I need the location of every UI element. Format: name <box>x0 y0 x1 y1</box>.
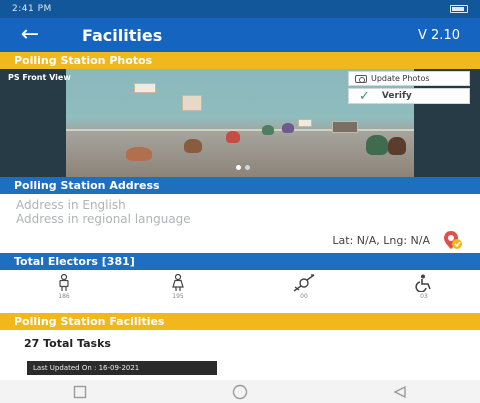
verify-button[interactable]: ✓ Verify <box>348 88 470 104</box>
map-pin-icon[interactable] <box>442 229 464 251</box>
elector-female: 195 <box>158 274 198 300</box>
wheelchair-icon <box>415 274 431 292</box>
elector-pwd-count: 03 <box>420 293 428 300</box>
elector-third-gender-count: 00 <box>300 293 308 300</box>
electors-row: 186 195 00 03 <box>0 270 480 310</box>
last-updated-label: Last Updated On : 16-09-2021 <box>27 361 217 375</box>
third-gender-icon <box>293 274 315 292</box>
photo-caption: PS Front View <box>8 73 71 82</box>
update-photos-button[interactable]: Update Photos <box>348 71 470 86</box>
female-icon <box>172 274 184 291</box>
carousel-dot[interactable] <box>236 165 241 170</box>
update-photos-label: Update Photos <box>371 74 430 83</box>
elector-third-gender: 00 <box>284 274 324 300</box>
carousel-indicator <box>236 165 250 170</box>
elector-pwd: 03 <box>404 274 444 300</box>
status-time: 2:41 PM <box>12 4 52 14</box>
back-triangle-icon <box>393 385 406 398</box>
photos-section-header: Polling Station Photos <box>0 52 480 69</box>
checkmark-icon: ✓ <box>359 88 370 104</box>
battery-icon <box>450 5 468 13</box>
carousel-dot[interactable] <box>245 165 250 170</box>
elector-male: 186 <box>44 274 84 300</box>
address-regional-field[interactable]: Address in regional language <box>16 212 191 226</box>
home-icon <box>232 384 248 399</box>
home-button[interactable] <box>220 382 260 402</box>
system-nav-bar <box>0 380 480 403</box>
facilities-section-header: Polling Station Facilities <box>0 313 480 330</box>
app-version: V 2.10 <box>418 27 460 43</box>
status-bar: 2:41 PM <box>0 0 480 18</box>
back-button[interactable] <box>380 382 420 402</box>
lat-lng-text: Lat: N/A, Lng: N/A <box>332 234 430 247</box>
recent-apps-button[interactable] <box>60 382 100 402</box>
electors-section-header: Total Electors [381] <box>0 253 480 270</box>
page-title: Facilities <box>82 25 163 45</box>
total-tasks[interactable]: 27 Total Tasks <box>24 337 111 350</box>
camera-icon <box>355 74 367 83</box>
app-bar: ← Facilities V 2.10 <box>0 18 480 52</box>
address-english-field[interactable]: Address in English <box>16 198 191 212</box>
back-arrow-icon[interactable]: ← <box>0 18 60 52</box>
verify-label: Verify <box>381 91 412 101</box>
address-section-header: Polling Station Address <box>0 177 480 194</box>
male-icon <box>59 274 69 291</box>
elector-female-count: 195 <box>172 293 184 300</box>
address-block[interactable]: Address in English Address in regional l… <box>16 198 191 226</box>
elector-male-count: 186 <box>58 293 70 300</box>
recent-apps-icon <box>73 385 87 398</box>
